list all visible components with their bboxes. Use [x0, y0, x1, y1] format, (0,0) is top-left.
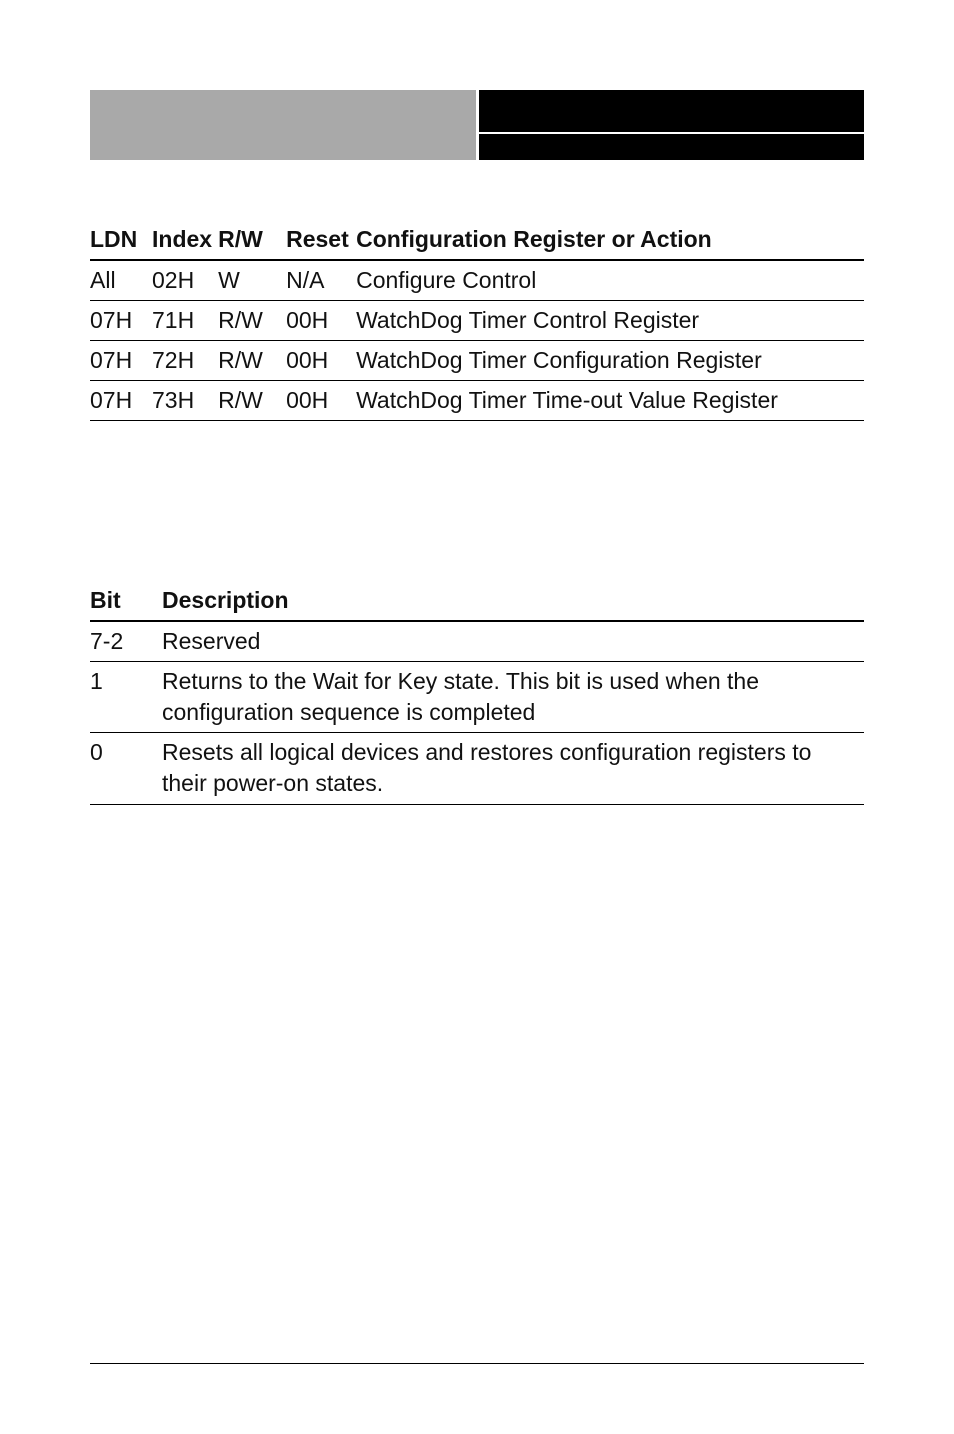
cell-index: 02H: [152, 260, 218, 301]
cell-reset: 00H: [286, 301, 356, 341]
cell-ldn: All: [90, 260, 152, 301]
table-row: All 02H W N/A Configure Control: [90, 260, 864, 301]
header-banner-left: [90, 90, 479, 160]
header-description: Description: [162, 581, 864, 621]
table-row: 7-2 Reserved: [90, 621, 864, 662]
header-config: Configuration Register or Action: [356, 220, 864, 260]
table-row: 07H 73H R/W 00H WatchDog Timer Time-out …: [90, 381, 864, 421]
cell-reset: 00H: [286, 341, 356, 381]
cell-rw: W: [218, 260, 286, 301]
table-row: 0 Resets all logical devices and restore…: [90, 733, 864, 804]
table-row: 1 Returns to the Wait for Key state. Thi…: [90, 662, 864, 733]
cell-rw: R/W: [218, 301, 286, 341]
cell-bit: 7-2: [90, 621, 162, 662]
footer-rule: [90, 1363, 864, 1364]
header-reset: Reset: [286, 220, 356, 260]
header-rw: R/W: [218, 220, 286, 260]
cell-index: 72H: [152, 341, 218, 381]
bit-description-table: Bit Description 7-2 Reserved 1 Returns t…: [90, 581, 864, 804]
register-table-header-row: LDN Index R/W Reset Configuration Regist…: [90, 220, 864, 260]
cell-bit: 1: [90, 662, 162, 733]
cell-reset: 00H: [286, 381, 356, 421]
register-table: LDN Index R/W Reset Configuration Regist…: [90, 220, 864, 421]
document-page: LDN Index R/W Reset Configuration Regist…: [0, 0, 954, 1434]
cell-reset: N/A: [286, 260, 356, 301]
table-row: 07H 72H R/W 00H WatchDog Timer Configura…: [90, 341, 864, 381]
cell-index: 71H: [152, 301, 218, 341]
cell-ldn: 07H: [90, 381, 152, 421]
cell-description: Reserved: [162, 621, 864, 662]
cell-description: Returns to the Wait for Key state. This …: [162, 662, 864, 733]
header-banner-right: [479, 90, 865, 160]
cell-rw: R/W: [218, 341, 286, 381]
cell-index: 73H: [152, 381, 218, 421]
header-index: Index: [152, 220, 218, 260]
header-banner: [90, 90, 864, 160]
cell-config: WatchDog Timer Control Register: [356, 301, 864, 341]
cell-config: WatchDog Timer Time-out Value Register: [356, 381, 864, 421]
table-row: 07H 71H R/W 00H WatchDog Timer Control R…: [90, 301, 864, 341]
cell-config: Configure Control: [356, 260, 864, 301]
header-ldn: LDN: [90, 220, 152, 260]
cell-rw: R/W: [218, 381, 286, 421]
bit-table-header-row: Bit Description: [90, 581, 864, 621]
cell-ldn: 07H: [90, 301, 152, 341]
cell-config: WatchDog Timer Configuration Register: [356, 341, 864, 381]
cell-description: Resets all logical devices and restores …: [162, 733, 864, 804]
cell-ldn: 07H: [90, 341, 152, 381]
cell-bit: 0: [90, 733, 162, 804]
header-bit: Bit: [90, 581, 162, 621]
